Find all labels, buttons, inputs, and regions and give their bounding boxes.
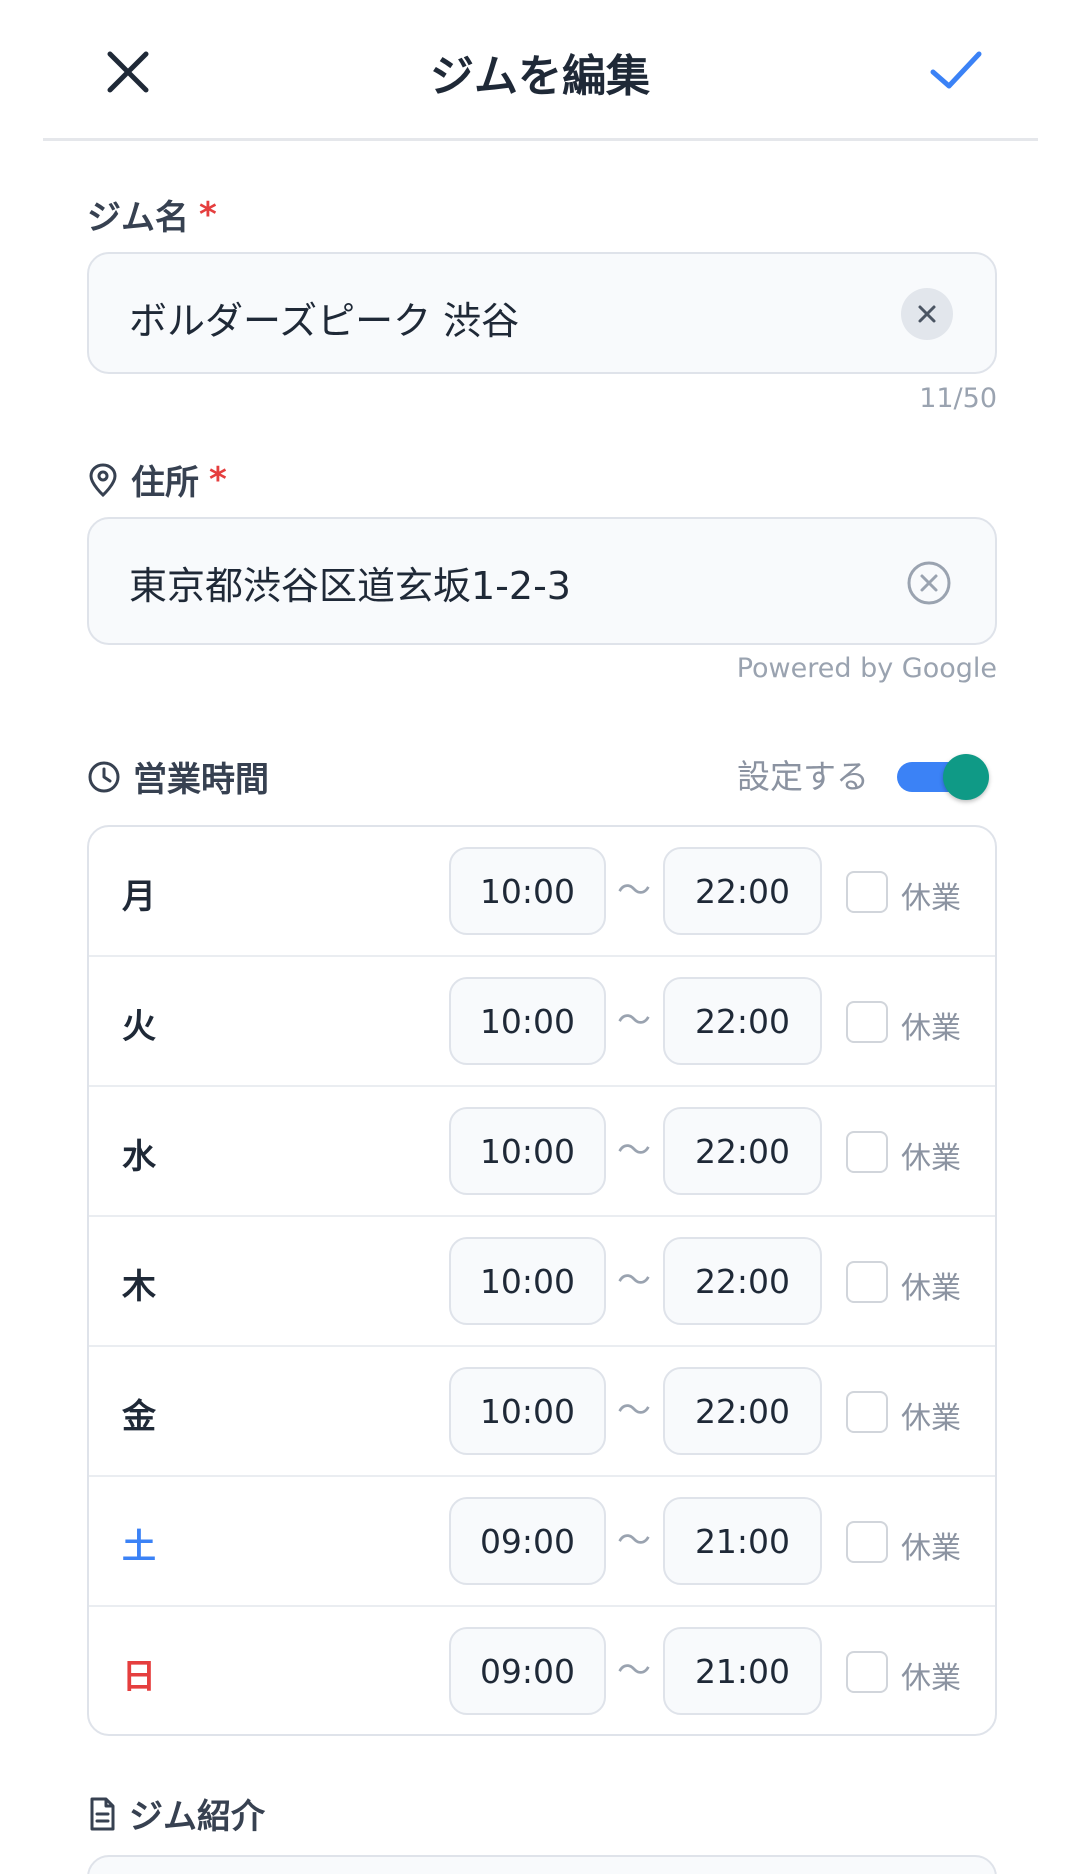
- closed-checkbox[interactable]: [846, 1001, 888, 1043]
- intro-label: ジム紹介: [87, 1789, 265, 1838]
- close-time-input[interactable]: 22:00: [663, 847, 822, 935]
- page-title: ジムを編集: [430, 51, 650, 102]
- close-time-input[interactable]: 21:00: [663, 1497, 822, 1585]
- location-pin-icon: [89, 462, 117, 497]
- gym-name-field[interactable]: ボルダーズピーク 渋谷: [87, 252, 997, 374]
- address-label: 住所 *: [87, 455, 227, 504]
- hours-toggle-label: 設定する: [737, 757, 869, 796]
- hours-toggle-group: 設定する: [737, 750, 989, 800]
- day-row-thu: 木 10:00 〜 22:00 休業: [89, 1217, 995, 1347]
- day-row-mon: 月 10:00 〜 22:00 休業: [89, 827, 995, 957]
- day-row-tue: 火 10:00 〜 22:00 休業: [89, 957, 995, 1087]
- close-time-input[interactable]: 21:00: [663, 1627, 822, 1715]
- clear-gym-name-button[interactable]: [901, 288, 953, 340]
- open-time-input[interactable]: 10:00: [449, 1367, 606, 1455]
- character-counter: 11/50: [919, 383, 997, 414]
- closed-label: 休業: [901, 1141, 961, 1176]
- closed-checkbox[interactable]: [846, 871, 888, 913]
- close-time-input[interactable]: 22:00: [663, 1237, 822, 1325]
- closed-label: 休業: [901, 1271, 961, 1306]
- open-time-input[interactable]: 10:00: [449, 1107, 606, 1195]
- app-header: ジムを編集: [0, 0, 1080, 140]
- close-time-input[interactable]: 22:00: [663, 1367, 822, 1455]
- closed-label: 休業: [901, 1531, 961, 1566]
- time-separator: 〜: [617, 1261, 651, 1301]
- close-time-input[interactable]: 22:00: [663, 977, 822, 1065]
- time-separator: 〜: [617, 1391, 651, 1431]
- closed-checkbox[interactable]: [846, 1261, 888, 1303]
- intro-textarea[interactable]: [87, 1855, 997, 1874]
- clear-icon: [918, 305, 936, 323]
- day-row-wed: 水 10:00 〜 22:00 休業: [89, 1087, 995, 1217]
- closed-label: 休業: [901, 1401, 961, 1436]
- day-label: 日: [122, 1657, 156, 1697]
- hours-toggle[interactable]: [897, 754, 989, 800]
- close-time-input[interactable]: 22:00: [663, 1107, 822, 1195]
- address-label-text: 住所: [131, 463, 199, 503]
- day-label: 火: [122, 1007, 156, 1047]
- header-divider: [43, 138, 1038, 141]
- open-time-input[interactable]: 09:00: [449, 1497, 606, 1585]
- day-row-fri: 金 10:00 〜 22:00 休業: [89, 1347, 995, 1477]
- clock-icon: [88, 761, 120, 792]
- toggle-knob: [943, 754, 989, 800]
- closed-label: 休業: [901, 881, 961, 916]
- hours-card: 月 10:00 〜 22:00 休業 火 10:00 〜 22:00 休業 水 …: [87, 825, 997, 1736]
- document-icon: [90, 1797, 115, 1830]
- save-button[interactable]: [925, 42, 987, 98]
- closed-label: 休業: [901, 1011, 961, 1046]
- day-row-sun: 日 09:00 〜 21:00 休業: [89, 1607, 995, 1734]
- open-time-input[interactable]: 09:00: [449, 1627, 606, 1715]
- time-separator: 〜: [617, 871, 651, 911]
- gym-name-label-text: ジム名: [87, 198, 189, 238]
- open-time-input[interactable]: 10:00: [449, 977, 606, 1065]
- day-label: 金: [122, 1397, 156, 1437]
- time-separator: 〜: [617, 1521, 651, 1561]
- address-field[interactable]: 東京都渋谷区道玄坂1-2-3: [87, 517, 997, 645]
- day-label: 木: [122, 1267, 156, 1307]
- clear-address-button[interactable]: [905, 559, 953, 607]
- closed-checkbox[interactable]: [846, 1651, 888, 1693]
- time-separator: 〜: [617, 1001, 651, 1041]
- day-row-sat: 土 09:00 〜 21:00 休業: [89, 1477, 995, 1607]
- closed-label: 休業: [901, 1661, 961, 1696]
- gym-name-label: ジム名 *: [87, 190, 217, 239]
- time-separator: 〜: [617, 1131, 651, 1171]
- hours-label: 営業時間: [87, 752, 269, 801]
- gym-name-input-value: ボルダーズピーク 渋谷: [129, 299, 520, 343]
- clear-circle-icon: [907, 561, 951, 605]
- google-attribution: Powered by Google: [736, 653, 997, 684]
- day-label: 土: [122, 1527, 156, 1567]
- closed-checkbox[interactable]: [846, 1391, 888, 1433]
- required-mark: *: [209, 459, 227, 500]
- closed-checkbox[interactable]: [846, 1131, 888, 1173]
- time-separator: 〜: [617, 1651, 651, 1691]
- day-label: 月: [122, 877, 156, 917]
- required-mark: *: [199, 194, 217, 235]
- day-label: 水: [122, 1137, 156, 1177]
- hours-label-text: 営業時間: [133, 760, 269, 800]
- closed-checkbox[interactable]: [846, 1521, 888, 1563]
- check-icon: [930, 51, 982, 89]
- open-time-input[interactable]: 10:00: [449, 1237, 606, 1325]
- address-input-value: 東京都渋谷区道玄坂1-2-3: [129, 564, 571, 608]
- intro-label-text: ジム紹介: [129, 1797, 265, 1837]
- open-time-input[interactable]: 10:00: [449, 847, 606, 935]
